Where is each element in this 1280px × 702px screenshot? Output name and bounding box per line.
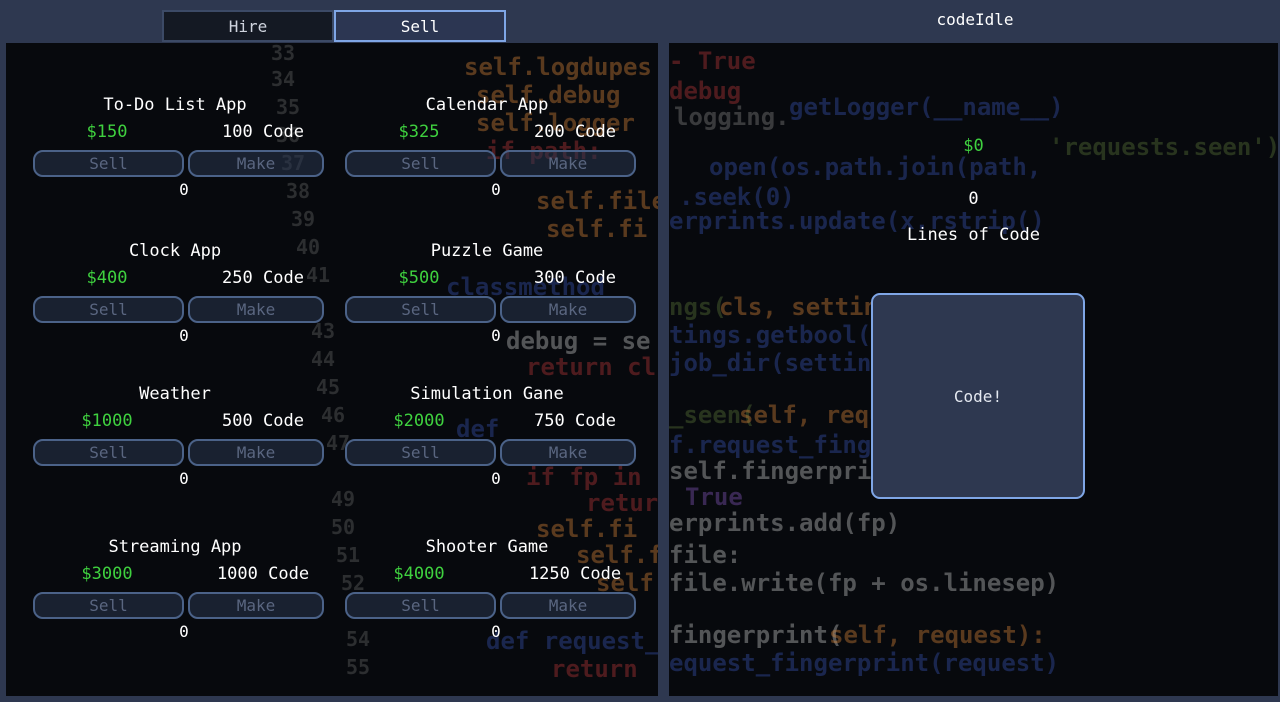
- product-code-cost: 500 Code: [222, 411, 304, 431]
- product-card-4: Weather $1000 500 Code Sell Make 0: [33, 384, 325, 494]
- product-price: $4000: [393, 564, 445, 584]
- product-name: To-Do List App: [103, 95, 247, 115]
- sell-button[interactable]: Sell: [345, 150, 496, 177]
- product-card-1: Calendar App $325 200 Code Sell Make 0: [345, 95, 637, 205]
- product-count: 0: [179, 469, 189, 488]
- money-counter: $0: [963, 136, 984, 156]
- product-name: Calendar App: [425, 95, 549, 115]
- product-count: 0: [491, 180, 501, 199]
- sell-button[interactable]: Sell: [345, 592, 496, 619]
- stats-panel: - True debug logging. getLogger(__name__)…: [669, 43, 1278, 696]
- make-button[interactable]: Make: [188, 296, 324, 323]
- product-name: Clock App: [128, 241, 222, 261]
- product-code-cost: 1000 Code: [216, 564, 310, 584]
- lines-of-code-label: Lines of Code: [906, 225, 1041, 245]
- product-count: 0: [491, 622, 501, 641]
- product-name: Simulation Gane: [410, 384, 564, 404]
- sell-button[interactable]: Sell: [33, 439, 184, 466]
- product-code-cost: 300 Code: [534, 268, 616, 288]
- sell-button[interactable]: Sell: [345, 296, 496, 323]
- products-panel: 33 34 35 36 37 38 39 40 41 43 44 45 46 4…: [6, 43, 658, 696]
- make-button[interactable]: Make: [188, 439, 324, 466]
- product-card-7: Shooter Game $4000 1250 Code Sell Make 0: [345, 537, 637, 647]
- product-count: 0: [179, 326, 189, 345]
- product-price: $400: [86, 268, 128, 288]
- product-card-6: Streaming App $3000 1000 Code Sell Make …: [33, 537, 325, 647]
- product-name: Puzzle Game: [430, 241, 544, 261]
- product-card-5: Simulation Gane $2000 750 Code Sell Make…: [345, 384, 637, 494]
- sell-button[interactable]: Sell: [345, 439, 496, 466]
- make-button[interactable]: Make: [500, 592, 636, 619]
- product-count: 0: [179, 622, 189, 641]
- product-price: $500: [398, 268, 440, 288]
- make-button[interactable]: Make: [188, 150, 324, 177]
- make-button[interactable]: Make: [500, 296, 636, 323]
- sell-button[interactable]: Sell: [33, 592, 184, 619]
- product-price: $3000: [81, 564, 133, 584]
- tab-hire[interactable]: Hire: [162, 10, 334, 42]
- product-count: 0: [491, 326, 501, 345]
- product-code-cost: 250 Code: [222, 268, 304, 288]
- sell-button[interactable]: Sell: [33, 296, 184, 323]
- make-button[interactable]: Make: [500, 150, 636, 177]
- product-price: $325: [398, 122, 440, 142]
- product-price: $1000: [81, 411, 133, 431]
- product-name: Streaming App: [108, 537, 242, 557]
- make-button[interactable]: Make: [500, 439, 636, 466]
- product-card-0: To-Do List App $150 100 Code Sell Make 0: [33, 95, 325, 205]
- product-price: $150: [86, 122, 128, 142]
- sell-button[interactable]: Sell: [33, 150, 184, 177]
- lines-of-code-count: 0: [968, 189, 979, 209]
- product-code-cost: 1250 Code: [528, 564, 622, 584]
- product-name: Shooter Game: [425, 537, 549, 557]
- product-card-2: Clock App $400 250 Code Sell Make 0: [33, 241, 325, 351]
- product-code-cost: 100 Code: [222, 122, 304, 142]
- product-count: 0: [491, 469, 501, 488]
- product-code-cost: 750 Code: [534, 411, 616, 431]
- product-price: $2000: [393, 411, 445, 431]
- product-code-cost: 200 Code: [534, 122, 616, 142]
- tab-sell[interactable]: Sell: [334, 10, 506, 42]
- product-name: Weather: [139, 384, 211, 404]
- product-count: 0: [179, 180, 189, 199]
- product-card-3: Puzzle Game $500 300 Code Sell Make 0: [345, 241, 637, 351]
- make-button[interactable]: Make: [188, 592, 324, 619]
- app-title: codeIdle: [936, 10, 1014, 29]
- code-button[interactable]: Code!: [871, 293, 1085, 499]
